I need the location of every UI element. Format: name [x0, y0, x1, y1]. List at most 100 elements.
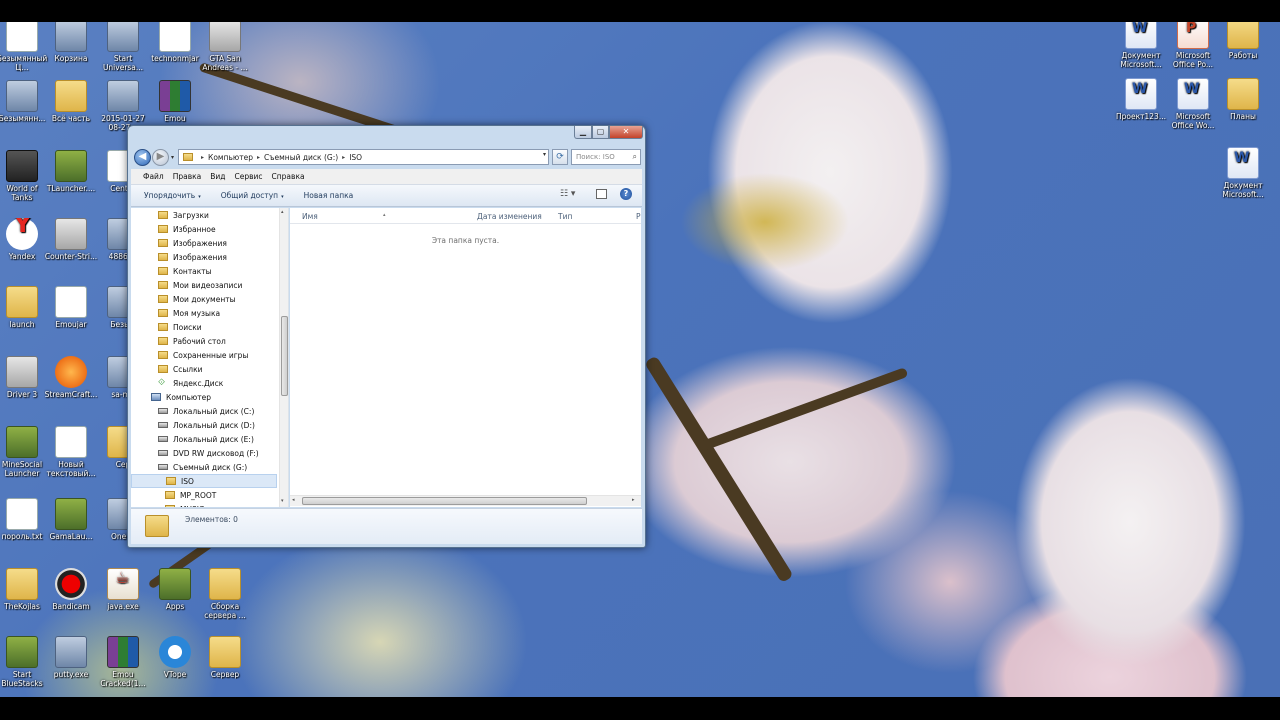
desktop-icon[interactable]: TLauncher....: [44, 150, 98, 193]
tree-item[interactable]: Изображения: [131, 236, 277, 250]
desktop-icon[interactable]: Start BlueStacks: [0, 636, 49, 688]
horizontal-scrollbar[interactable]: ◂ ▸: [290, 495, 641, 506]
new-folder-button[interactable]: Новая папка: [304, 191, 354, 200]
search-icon[interactable]: ⌕: [633, 152, 637, 162]
desktop-icon[interactable]: Yandex: [0, 218, 49, 261]
breadcrumb-separator[interactable]: ▸: [342, 154, 345, 161]
close-button[interactable]: ✕: [609, 126, 643, 139]
breadcrumb-separator[interactable]: ▸: [201, 154, 204, 161]
desktop-icon[interactable]: putty.exe: [44, 636, 98, 679]
tree-item[interactable]: Рабочий стол: [131, 334, 277, 348]
tree-item[interactable]: Контакты: [131, 264, 277, 278]
column-type[interactable]: Тип: [558, 212, 572, 221]
breadcrumb-removable-disk[interactable]: Съемный диск (G:): [264, 153, 338, 162]
desktop-icon[interactable]: Bandicam: [44, 568, 98, 611]
title-bar[interactable]: ▁ ▢ ✕: [128, 126, 645, 150]
search-input[interactable]: Поиск: ISO ⌕: [571, 149, 641, 165]
desktop-icon[interactable]: Безымянн...: [0, 80, 49, 123]
share-button[interactable]: Общий доступ ▾: [221, 191, 284, 200]
desktop-icon[interactable]: GamaLau...: [44, 498, 98, 541]
desktop-icon[interactable]: VTope: [148, 636, 202, 679]
breadcrumb-iso[interactable]: ISO: [349, 153, 362, 162]
desktop-icon[interactable]: Apps: [148, 568, 202, 611]
organize-button[interactable]: Упорядочить ▾: [144, 191, 201, 200]
desktop-icon[interactable]: GTA San Andreas - ...: [198, 22, 252, 72]
back-button[interactable]: ◀: [134, 149, 151, 166]
scrollbar-thumb[interactable]: [302, 497, 587, 505]
column-size[interactable]: Р: [636, 212, 641, 221]
preview-pane-button[interactable]: [596, 189, 607, 199]
desktop-icon[interactable]: Всё часть: [44, 80, 98, 123]
desktop-icon[interactable]: пороль.txt: [0, 498, 49, 541]
address-bar[interactable]: ▸ Компьютер ▸ Съемный диск (G:) ▸ ISO ▾: [178, 149, 549, 165]
desktop-icon[interactable]: Документ Microsoft...: [1216, 147, 1270, 199]
desktop-icon[interactable]: Работы: [1216, 22, 1270, 60]
desktop-icon[interactable]: Emou Cracked(1...: [96, 636, 150, 688]
recent-pages-dropdown[interactable]: ▾: [171, 154, 174, 161]
scrollbar-thumb[interactable]: [281, 316, 288, 396]
scroll-right-icon[interactable]: ▸: [632, 497, 635, 503]
forward-button[interactable]: ▶: [152, 149, 169, 166]
navigation-pane[interactable]: Загрузки Избранное Изображения Изображения К…: [131, 208, 289, 507]
desktop-icon[interactable]: Emou: [148, 80, 202, 123]
menu-tools[interactable]: Сервис: [235, 172, 263, 181]
tree-item[interactable]: Ссылки: [131, 362, 277, 376]
scroll-down-icon[interactable]: ▾: [281, 498, 284, 504]
desktop-icon[interactable]: Планы: [1216, 78, 1270, 121]
desktop-icon[interactable]: Microsoft Office Wo...: [1166, 78, 1220, 130]
explorer-window[interactable]: ▁ ▢ ✕ ◀ ▶ ▾ ▸ Компьютер ▸ Съемный диск (…: [127, 125, 646, 548]
column-date-modified[interactable]: Дата изменения: [477, 212, 542, 221]
tree-item[interactable]: Моя музыка: [131, 306, 277, 320]
menu-file[interactable]: Файл: [143, 172, 164, 181]
desktop-icon[interactable]: launch: [0, 286, 49, 329]
tree-item[interactable]: MUSIC: [131, 502, 277, 507]
desktop-icon[interactable]: Emoujar: [44, 286, 98, 329]
tree-item[interactable]: ⟐ Яндекс.Диск: [131, 376, 277, 390]
desktop-icon[interactable]: TheKojlas: [0, 568, 49, 611]
breadcrumb-separator[interactable]: ▸: [257, 154, 260, 161]
tree-item[interactable]: Локальный диск (D:): [131, 418, 277, 432]
menu-view[interactable]: Вид: [210, 172, 225, 181]
scroll-up-icon[interactable]: ▴: [281, 209, 284, 215]
desktop-icon[interactable]: Start Universa...: [96, 22, 150, 72]
desktop-icon[interactable]: Сборка сервера ...: [198, 568, 252, 620]
scroll-left-icon[interactable]: ◂: [292, 497, 295, 503]
tree-item[interactable]: Сохраненные игры: [131, 348, 277, 362]
tree-item[interactable]: MP_ROOT: [131, 488, 277, 502]
tree-item[interactable]: Мои документы: [131, 292, 277, 306]
file-list-pane[interactable]: Имя ▴ Дата изменения Тип Р Эта папка пус…: [290, 208, 641, 507]
tree-item[interactable]: Локальный диск (E:): [131, 432, 277, 446]
refresh-button[interactable]: ⟳: [552, 149, 568, 165]
help-button[interactable]: ?: [620, 188, 632, 200]
tree-item[interactable]: Изображения: [131, 250, 277, 264]
desktop-icon[interactable]: StreamCraft...: [44, 356, 98, 399]
desktop-icon[interactable]: Новый текстовый...: [44, 426, 98, 478]
desktop-icon[interactable]: Документ Microsoft...: [1114, 22, 1168, 69]
desktop-icon[interactable]: Counter-Stri...: [44, 218, 98, 261]
breadcrumb-computer[interactable]: Компьютер: [208, 153, 253, 162]
desktop-icon[interactable]: Корзина: [44, 22, 98, 63]
tree-item[interactable]: Локальный диск (C:): [131, 404, 277, 418]
desktop-icon[interactable]: БезымянныйЦ...: [0, 22, 49, 72]
desktop-icon[interactable]: Microsoft Office Po...: [1166, 22, 1220, 69]
tree-item[interactable]: Поиски: [131, 320, 277, 334]
tree-item[interactable]: ISO: [131, 474, 277, 488]
desktop-icon[interactable]: Проект123...: [1114, 78, 1168, 121]
view-options-button[interactable]: ☷ ▾: [560, 189, 575, 199]
tree-item[interactable]: Мои видеозаписи: [131, 278, 277, 292]
navigation-scrollbar[interactable]: ▴ ▾: [279, 208, 288, 507]
tree-item[interactable]: DVD RW дисковод (F:): [131, 446, 277, 460]
desktop-icon[interactable]: Сервер: [198, 636, 252, 679]
desktop-icon[interactable]: technonmjar: [148, 22, 202, 63]
desktop-icon[interactable]: Driver 3: [0, 356, 49, 399]
tree-item[interactable]: Компьютер: [131, 390, 277, 404]
minimize-button[interactable]: ▁: [574, 126, 592, 139]
address-dropdown-icon[interactable]: ▾: [543, 151, 546, 158]
desktop-icon[interactable]: java.exe: [96, 568, 150, 611]
maximize-button[interactable]: ▢: [592, 126, 609, 139]
tree-item[interactable]: Загрузки: [131, 208, 277, 222]
tree-item[interactable]: Съемный диск (G:): [131, 460, 277, 474]
desktop-icon[interactable]: MineSocial Launcher: [0, 426, 49, 478]
tree-item[interactable]: Избранное: [131, 222, 277, 236]
column-name[interactable]: Имя: [302, 212, 318, 221]
